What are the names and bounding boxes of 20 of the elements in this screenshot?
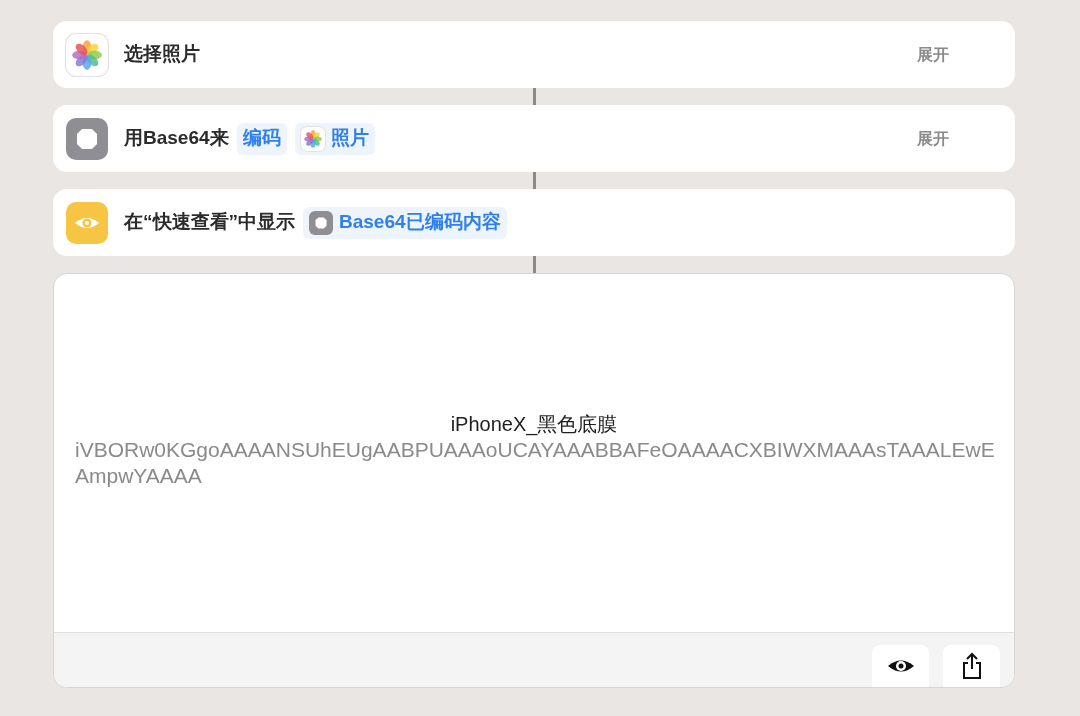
variable-token[interactable]: Base64已编码内容 bbox=[303, 206, 507, 239]
action-label: 选择照片 bbox=[124, 42, 200, 67]
share-button[interactable] bbox=[943, 645, 1000, 687]
action-card[interactable]: 用Base64来 编码 照片 展开 bbox=[53, 105, 1015, 172]
eye-app-icon bbox=[66, 201, 108, 244]
action-card[interactable]: 选择照片 展开 bbox=[53, 21, 1015, 88]
action-label: 用Base64来 bbox=[124, 126, 229, 151]
preview-title: iPhoneX_黑色底膜 bbox=[450, 412, 618, 437]
base64-text: iVBORw0KGgoAAAANSUhEUgAABPUAAAoUCAYAAABBAFeOAAAACXBIWXMAAAsTAAALEwEAmpwYAAAA bbox=[75, 437, 996, 489]
variable-token[interactable]: 照片 bbox=[294, 122, 375, 155]
variable-token[interactable]: 编码 bbox=[236, 122, 287, 155]
action-label: 在“快速查看”中显示 bbox=[124, 210, 295, 235]
octagon-app-icon bbox=[66, 117, 108, 160]
expand-button[interactable]: 展开 bbox=[917, 42, 949, 67]
photos-app-icon bbox=[66, 33, 108, 76]
share-icon bbox=[960, 652, 983, 680]
action-card[interactable]: 在“快速查看”中显示 Base64已编码内容 bbox=[53, 189, 1015, 256]
expand-button[interactable]: 展开 bbox=[917, 126, 949, 151]
photos-icon bbox=[300, 126, 325, 151]
quick-look-button[interactable] bbox=[872, 645, 929, 687]
